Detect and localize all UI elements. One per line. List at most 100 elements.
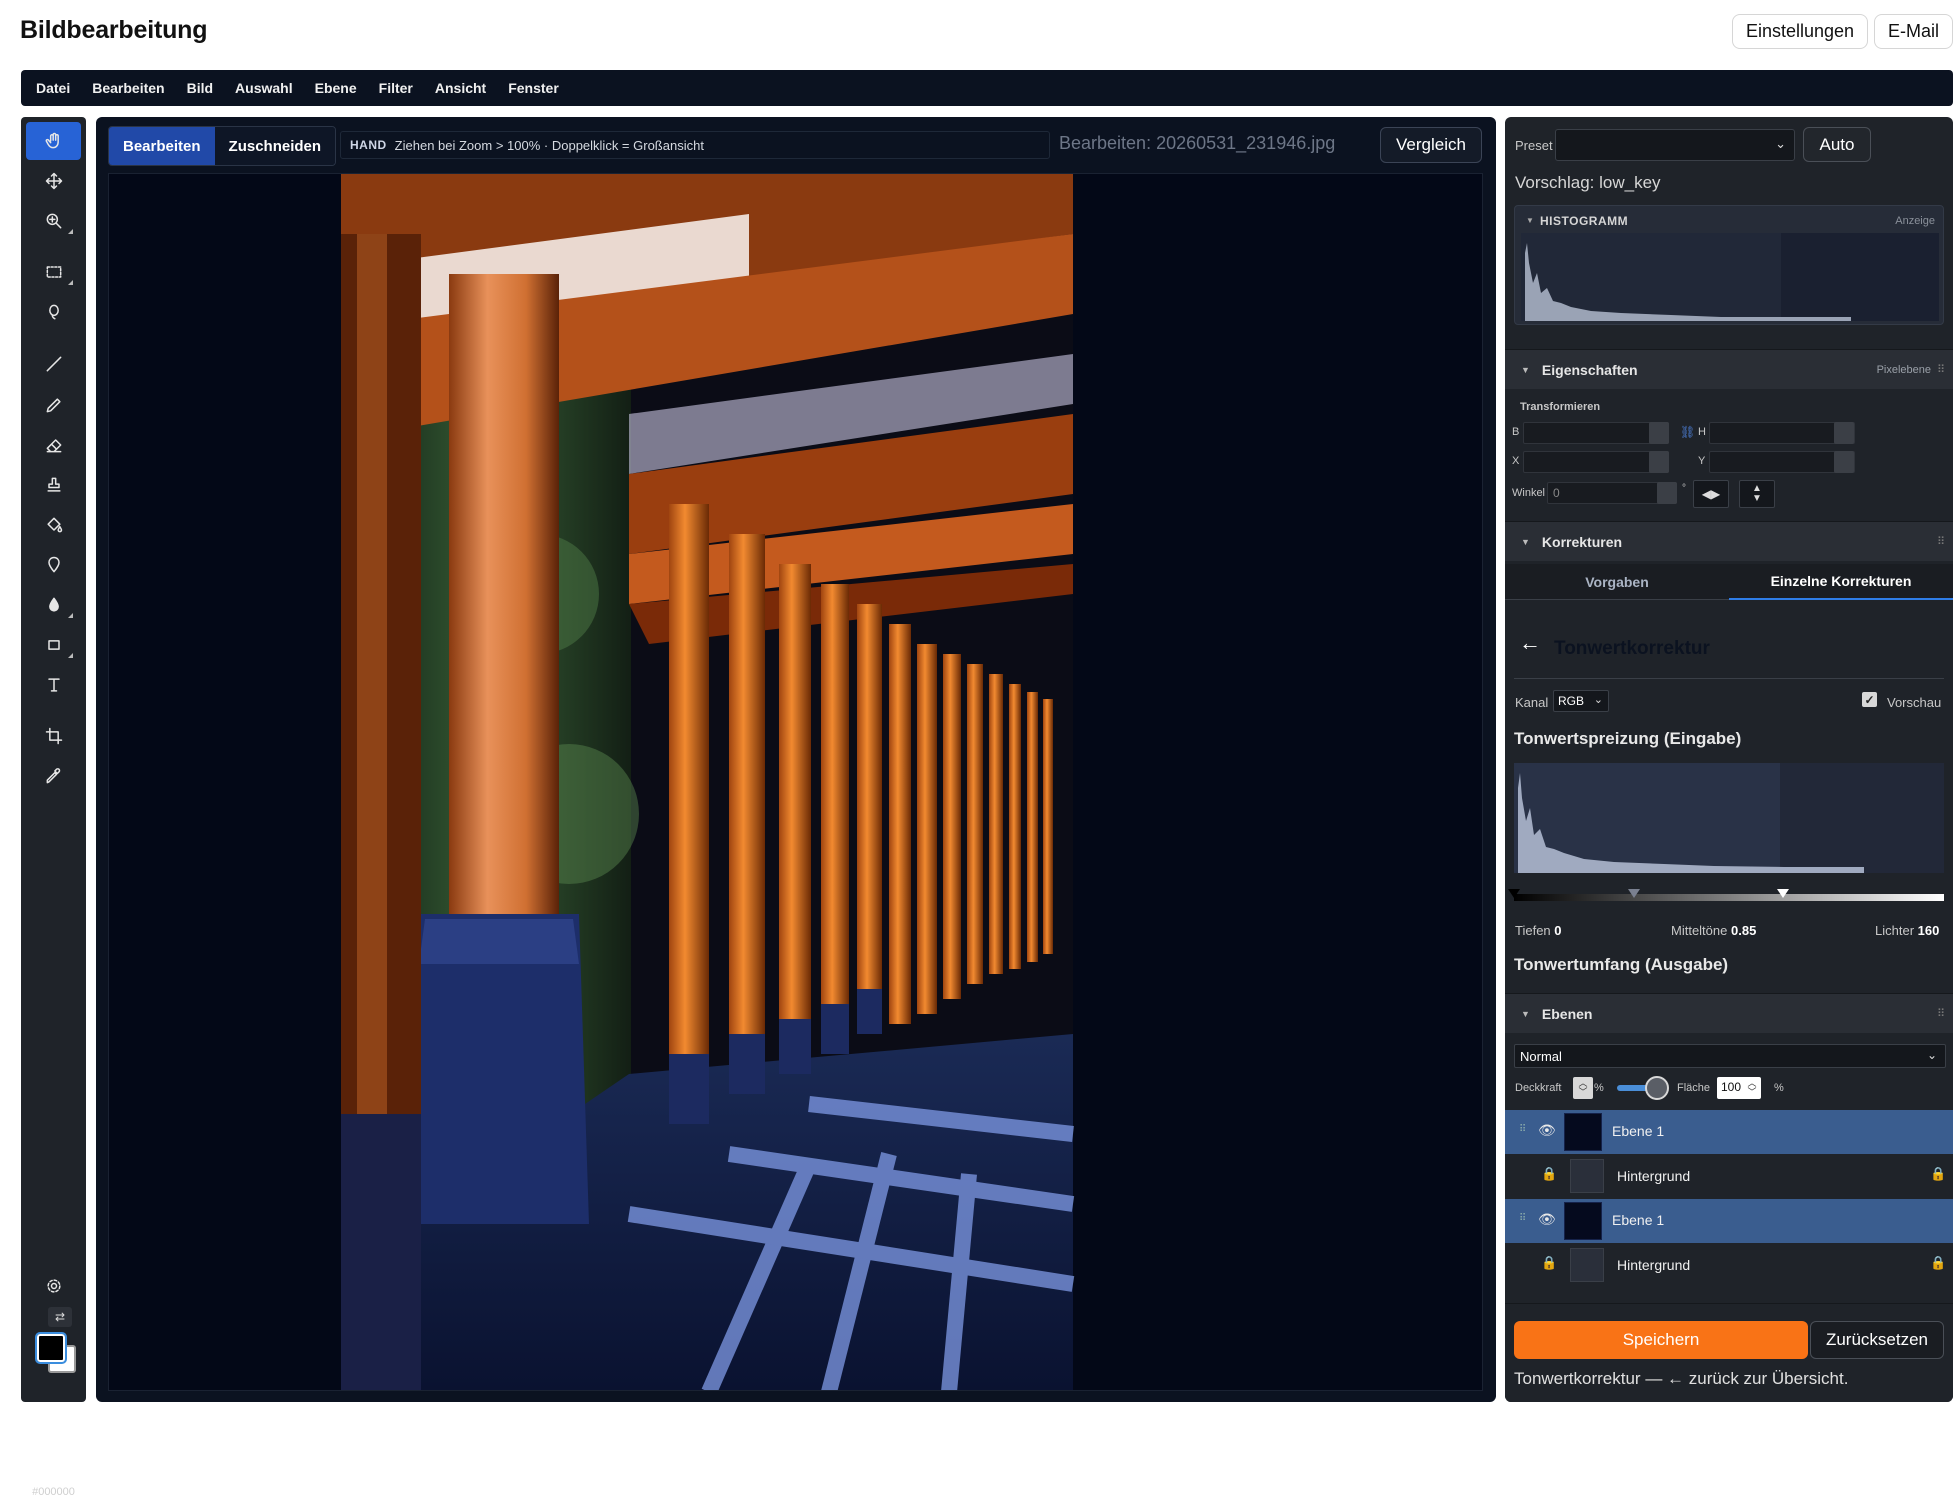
chevron-down-icon: ⌄: [1775, 136, 1786, 151]
text-icon: [47, 678, 60, 692]
marquee-select-icon: [46, 266, 61, 278]
highlights-readout: Lichter 160: [1875, 923, 1940, 938]
crop-tool[interactable]: [26, 717, 81, 755]
collapse-triangle-icon[interactable]: ▼: [1526, 216, 1534, 225]
eye-icon[interactable]: 👁: [1538, 1211, 1556, 1228]
opacity-slider-thumb[interactable]: [1645, 1076, 1669, 1100]
corrections-title: Korrekturen: [1541, 533, 1623, 550]
compare-button[interactable]: Vergleich: [1380, 127, 1482, 163]
drag-grip-icon[interactable]: ⠿: [1937, 535, 1945, 548]
marquee-tool[interactable]: [26, 253, 81, 291]
menu-ansicht[interactable]: Ansicht: [435, 80, 486, 96]
pencil-tool[interactable]: [26, 386, 81, 424]
tool-hint: HAND Ziehen bei Zoom > 100% · Doppelklic…: [340, 131, 1050, 159]
collapse-triangle-icon: ▼: [1521, 536, 1530, 547]
tool-bar: ⇄ #000000: [21, 117, 86, 1498]
corrections-section-header[interactable]: ▼ Korrekturen ⠿: [1505, 521, 1953, 561]
fill-tool[interactable]: [26, 506, 81, 544]
menu-fenster[interactable]: Fenster: [508, 80, 559, 96]
flip-vertical-icon[interactable]: ▲ ▼: [1739, 480, 1775, 508]
editor-area: Bearbeiten Zuschneiden HAND Ziehen bei Z…: [96, 117, 1496, 1402]
page-title: Bildbearbeitung: [20, 16, 208, 44]
preview-checkbox[interactable]: ✓: [1862, 692, 1877, 707]
properties-section-header[interactable]: ▼ Eigenschaften Pixelebene ⠿: [1505, 349, 1953, 389]
reset-button[interactable]: Zurücksetzen: [1810, 1321, 1944, 1359]
input-levels-gradient-slider[interactable]: [1514, 894, 1944, 901]
layer-row[interactable]: 🔒 Hintergrund 🔒: [1505, 1243, 1953, 1287]
drag-grip-icon[interactable]: ⠿: [1519, 1124, 1526, 1135]
height-stepper[interactable]: [1834, 422, 1854, 444]
save-button[interactable]: Speichern: [1514, 1321, 1808, 1359]
pen-tool[interactable]: [26, 546, 81, 584]
chevron-down-icon: ⌄: [1593, 694, 1603, 706]
blend-mode-select[interactable]: Normal ⌄: [1514, 1044, 1946, 1068]
settings-button[interactable]: Einstellungen: [1732, 14, 1868, 49]
layer-row[interactable]: ⠿ 👁 Ebene 1: [1505, 1199, 1953, 1243]
blur-tool[interactable]: [26, 586, 81, 624]
lasso-tool[interactable]: [26, 293, 81, 331]
preset-select[interactable]: ⌄: [1555, 129, 1795, 161]
menu-bild[interactable]: Bild: [187, 80, 213, 96]
tab-presets[interactable]: Vorgaben: [1505, 564, 1729, 600]
midtones-handle[interactable]: [1628, 889, 1640, 898]
stamp-tool[interactable]: [26, 466, 81, 504]
layer-name: Hintergrund: [1617, 1168, 1691, 1184]
width-stepper[interactable]: [1649, 422, 1669, 444]
drag-grip-icon[interactable]: ⠿: [1937, 1007, 1945, 1020]
fill-stepper[interactable]: ︿ ﹀: [1745, 1078, 1759, 1098]
x-stepper[interactable]: [1649, 451, 1669, 473]
email-button[interactable]: E-Mail: [1874, 14, 1953, 49]
flip-horizontal-icon[interactable]: ◀▶: [1693, 480, 1729, 508]
shape-tool[interactable]: [26, 626, 81, 664]
menu-auswahl[interactable]: Auswahl: [235, 80, 293, 96]
link-chain-icon[interactable]: ⛓: [1680, 425, 1695, 439]
lock-icon[interactable]: 🔒: [1930, 1255, 1946, 1271]
eraser-tool[interactable]: [26, 426, 81, 464]
channel-select[interactable]: RGB ⌄: [1553, 690, 1609, 712]
line-icon: [46, 356, 61, 372]
lock-icon[interactable]: 🔒: [1930, 1166, 1946, 1182]
image-canvas[interactable]: [108, 173, 1483, 1391]
channel-label: Kanal: [1515, 695, 1549, 710]
zoom-tool[interactable]: [26, 202, 81, 240]
menu-bearbeiten[interactable]: Bearbeiten: [92, 80, 164, 96]
foreground-color-swatch[interactable]: [35, 1332, 67, 1364]
width-input[interactable]: [1523, 422, 1669, 444]
tab-single-corrections[interactable]: Einzelne Korrekturen: [1729, 564, 1953, 600]
menu-bar: Datei Bearbeiten Bild Auswahl Ebene Filt…: [21, 70, 1953, 106]
collapse-triangle-icon: ▼: [1521, 364, 1530, 375]
zoom-icon: [46, 213, 61, 229]
shadows-handle[interactable]: [1508, 889, 1520, 898]
drag-grip-icon[interactable]: ⠿: [1937, 363, 1945, 376]
back-arrow-icon[interactable]: ←: [1519, 630, 1541, 656]
swap-colors-icon[interactable]: ⇄: [48, 1307, 72, 1327]
move-icon: [45, 172, 62, 190]
eye-icon[interactable]: 👁: [1538, 1122, 1556, 1139]
layer-row[interactable]: 🔒 Hintergrund 🔒: [1505, 1154, 1953, 1198]
x-label: X: [1512, 455, 1520, 467]
drag-grip-icon[interactable]: ⠿: [1519, 1213, 1526, 1224]
opacity-unit: %: [1594, 1082, 1604, 1094]
line-tool[interactable]: [26, 345, 81, 383]
correction-panel-title: Tonwertkorrektur: [1554, 638, 1710, 659]
menu-datei[interactable]: Datei: [36, 80, 70, 96]
hand-tool[interactable]: [26, 122, 81, 160]
menu-ebene[interactable]: Ebene: [315, 80, 357, 96]
opacity-stepper[interactable]: ︿ ﹀: [1573, 1077, 1593, 1099]
text-tool[interactable]: [26, 666, 81, 704]
chevron-down-icon: ⌄: [1926, 1048, 1937, 1062]
eyedropper-tool[interactable]: [26, 757, 81, 795]
layers-section-header[interactable]: ▼ Ebenen ⠿: [1505, 993, 1953, 1033]
move-tool[interactable]: [26, 162, 81, 200]
mode-edit-button[interactable]: Bearbeiten: [109, 127, 215, 165]
mode-crop-button[interactable]: Zuschneiden: [214, 127, 336, 165]
mode-switch: Bearbeiten Zuschneiden: [108, 126, 337, 166]
y-stepper[interactable]: [1834, 451, 1854, 473]
layer-row[interactable]: ⠿ 👁 Ebene 1: [1505, 1110, 1953, 1154]
highlights-handle[interactable]: [1777, 889, 1789, 898]
menu-filter[interactable]: Filter: [379, 80, 413, 96]
x-input[interactable]: [1523, 451, 1669, 473]
angle-stepper[interactable]: [1657, 482, 1677, 504]
auto-button[interactable]: Auto: [1803, 127, 1871, 162]
settings-tool[interactable]: [26, 1267, 81, 1305]
